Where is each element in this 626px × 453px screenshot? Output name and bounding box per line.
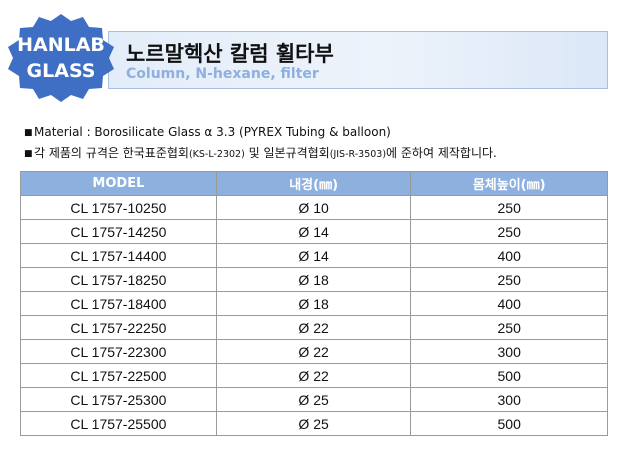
header-model: MODEL: [20, 171, 217, 196]
table-row: CL 1757-14250 Ø 14 250: [20, 219, 608, 244]
header-inner-diameter: 내경(㎜): [215, 171, 412, 196]
cell-model: CL 1757-18250: [20, 267, 217, 292]
table-row: CL 1757-22250 Ø 22 250: [20, 315, 608, 340]
table-row: CL 1757-10250 Ø 10 250: [20, 195, 608, 220]
cell-height: 500: [410, 411, 608, 436]
bullet-icon: ■: [24, 128, 33, 138]
table-row: CL 1757-18400 Ø 18 400: [20, 291, 608, 316]
cell-diameter: Ø 22: [215, 339, 412, 364]
note-standard-a: 각 제품의 규격은 한국표준협회: [34, 146, 189, 160]
cell-diameter: Ø 25: [215, 387, 412, 412]
cell-height: 300: [410, 387, 608, 412]
cell-model: CL 1757-25300: [20, 387, 217, 412]
header-body-height: 몸체높이(㎜): [410, 171, 608, 196]
bullet-icon: ■: [24, 149, 33, 159]
cell-diameter: Ø 18: [215, 267, 412, 292]
note-material: ■Material : Borosilicate Glass α 3.3 (PY…: [24, 122, 497, 143]
cell-diameter: Ø 14: [215, 243, 412, 268]
cell-diameter: Ø 25: [215, 411, 412, 436]
table-row: CL 1757-25500 Ø 25 500: [20, 411, 608, 436]
table-row: CL 1757-18250 Ø 18 250: [20, 267, 608, 292]
table-header-row: MODEL 내경(㎜) 몸체높이(㎜): [20, 171, 608, 196]
logo-text: HANLAB GLASS: [4, 32, 118, 84]
cell-model: CL 1757-22300: [20, 339, 217, 364]
cell-diameter: Ø 18: [215, 291, 412, 316]
spec-notes: ■Material : Borosilicate Glass α 3.3 (PY…: [24, 122, 497, 165]
cell-height: 250: [410, 315, 608, 340]
table-row: CL 1757-22500 Ø 22 500: [20, 363, 608, 388]
cell-diameter: Ø 22: [215, 315, 412, 340]
cell-model: CL 1757-22250: [20, 315, 217, 340]
note-standard-e: 에 준하여 제작합니다.: [386, 146, 497, 160]
cell-model: CL 1757-18400: [20, 291, 217, 316]
cell-height: 400: [410, 291, 608, 316]
cell-model: CL 1757-14400: [20, 243, 217, 268]
cell-height: 250: [410, 195, 608, 220]
hanlab-glass-logo: HANLAB GLASS: [4, 12, 118, 104]
note-standard-c: 및 일본규격협회: [244, 146, 330, 160]
cell-diameter: Ø 10: [215, 195, 412, 220]
cell-diameter: Ø 22: [215, 363, 412, 388]
table-row: CL 1757-25300 Ø 25 300: [20, 387, 608, 412]
logo-line-2: GLASS: [26, 60, 96, 82]
cell-height: 250: [410, 219, 608, 244]
cell-model: CL 1757-10250: [20, 195, 217, 220]
table-row: CL 1757-22300 Ø 22 300: [20, 339, 608, 364]
cell-height: 500: [410, 363, 608, 388]
note-standard-ks: (KS-L-2302): [188, 149, 245, 160]
table-row: CL 1757-14400 Ø 14 400: [20, 243, 608, 268]
note-standard: ■각 제품의 규격은 한국표준협회(KS-L-2302) 및 일본규격협회(JI…: [24, 143, 497, 165]
cell-model: CL 1757-14250: [20, 219, 217, 244]
page-title: 노르말헥산 칼럼 휠타부: [126, 42, 334, 66]
cell-model: CL 1757-25500: [20, 411, 217, 436]
cell-model: CL 1757-22500: [20, 363, 217, 388]
spec-table: MODEL 내경(㎜) 몸체높이(㎜) CL 1757-10250 Ø 10 2…: [20, 171, 608, 436]
cell-diameter: Ø 14: [215, 219, 412, 244]
page-subtitle: Column, N-hexane, filter: [126, 66, 319, 82]
cell-height: 250: [410, 267, 608, 292]
note-standard-jis: (JIS-R-3503): [329, 149, 387, 160]
cell-height: 300: [410, 339, 608, 364]
note-material-text: Material : Borosilicate Glass α 3.3 (PYR…: [34, 125, 391, 139]
cell-height: 400: [410, 243, 608, 268]
logo-line-1: HANLAB: [17, 34, 105, 56]
